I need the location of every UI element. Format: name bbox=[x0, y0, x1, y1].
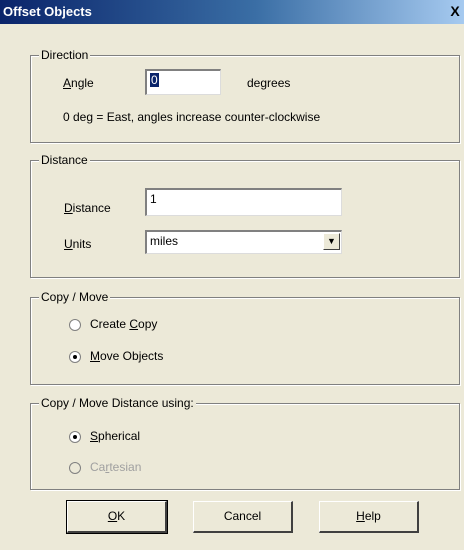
units-value: miles bbox=[150, 234, 179, 248]
chevron-down-icon[interactable]: ▼ bbox=[323, 233, 340, 250]
distance-using-group: Copy / Move Distance using: bbox=[30, 396, 460, 490]
move-objects-radio[interactable] bbox=[69, 351, 81, 363]
cancel-button[interactable]: Cancel bbox=[193, 501, 293, 533]
distance-value: 1 bbox=[150, 192, 157, 206]
distance-group: Distance bbox=[30, 153, 460, 278]
angle-value: 0 bbox=[150, 73, 159, 87]
distance-legend: Distance bbox=[39, 153, 90, 167]
title-bar[interactable]: Offset Objects X bbox=[0, 0, 464, 24]
copy-move-group: Copy / Move bbox=[30, 290, 460, 385]
spherical-radio[interactable] bbox=[69, 431, 81, 443]
direction-legend: Direction bbox=[39, 48, 91, 62]
ok-button[interactable]: OK bbox=[66, 500, 168, 534]
angle-units-label: degrees bbox=[247, 76, 291, 90]
cartesian-radio bbox=[69, 462, 81, 474]
dialog-title: Offset Objects bbox=[3, 4, 92, 19]
angle-input[interactable]: 0 bbox=[145, 69, 221, 95]
help-button[interactable]: Help bbox=[319, 501, 419, 533]
create-copy-label[interactable]: Create Copy bbox=[90, 317, 157, 331]
copy-move-legend: Copy / Move bbox=[39, 290, 111, 304]
distance-using-legend: Copy / Move Distance using: bbox=[39, 396, 196, 410]
direction-group: Direction bbox=[30, 48, 460, 143]
distance-input[interactable]: 1 bbox=[145, 188, 342, 216]
cartesian-label: Cartesian bbox=[90, 460, 142, 474]
create-copy-radio[interactable] bbox=[69, 319, 81, 331]
units-label: Units bbox=[64, 237, 92, 251]
direction-hint: 0 deg = East, angles increase counter-cl… bbox=[63, 110, 321, 124]
distance-label: Distance bbox=[64, 201, 111, 215]
spherical-label[interactable]: Spherical bbox=[90, 429, 140, 443]
move-objects-label[interactable]: Move Objects bbox=[90, 349, 163, 363]
close-icon[interactable]: X bbox=[447, 2, 463, 20]
offset-objects-dialog: Offset Objects X Direction Angle 0 degre… bbox=[0, 0, 464, 550]
angle-label: Angle bbox=[63, 76, 94, 90]
units-select[interactable]: miles ▼ bbox=[145, 230, 342, 254]
